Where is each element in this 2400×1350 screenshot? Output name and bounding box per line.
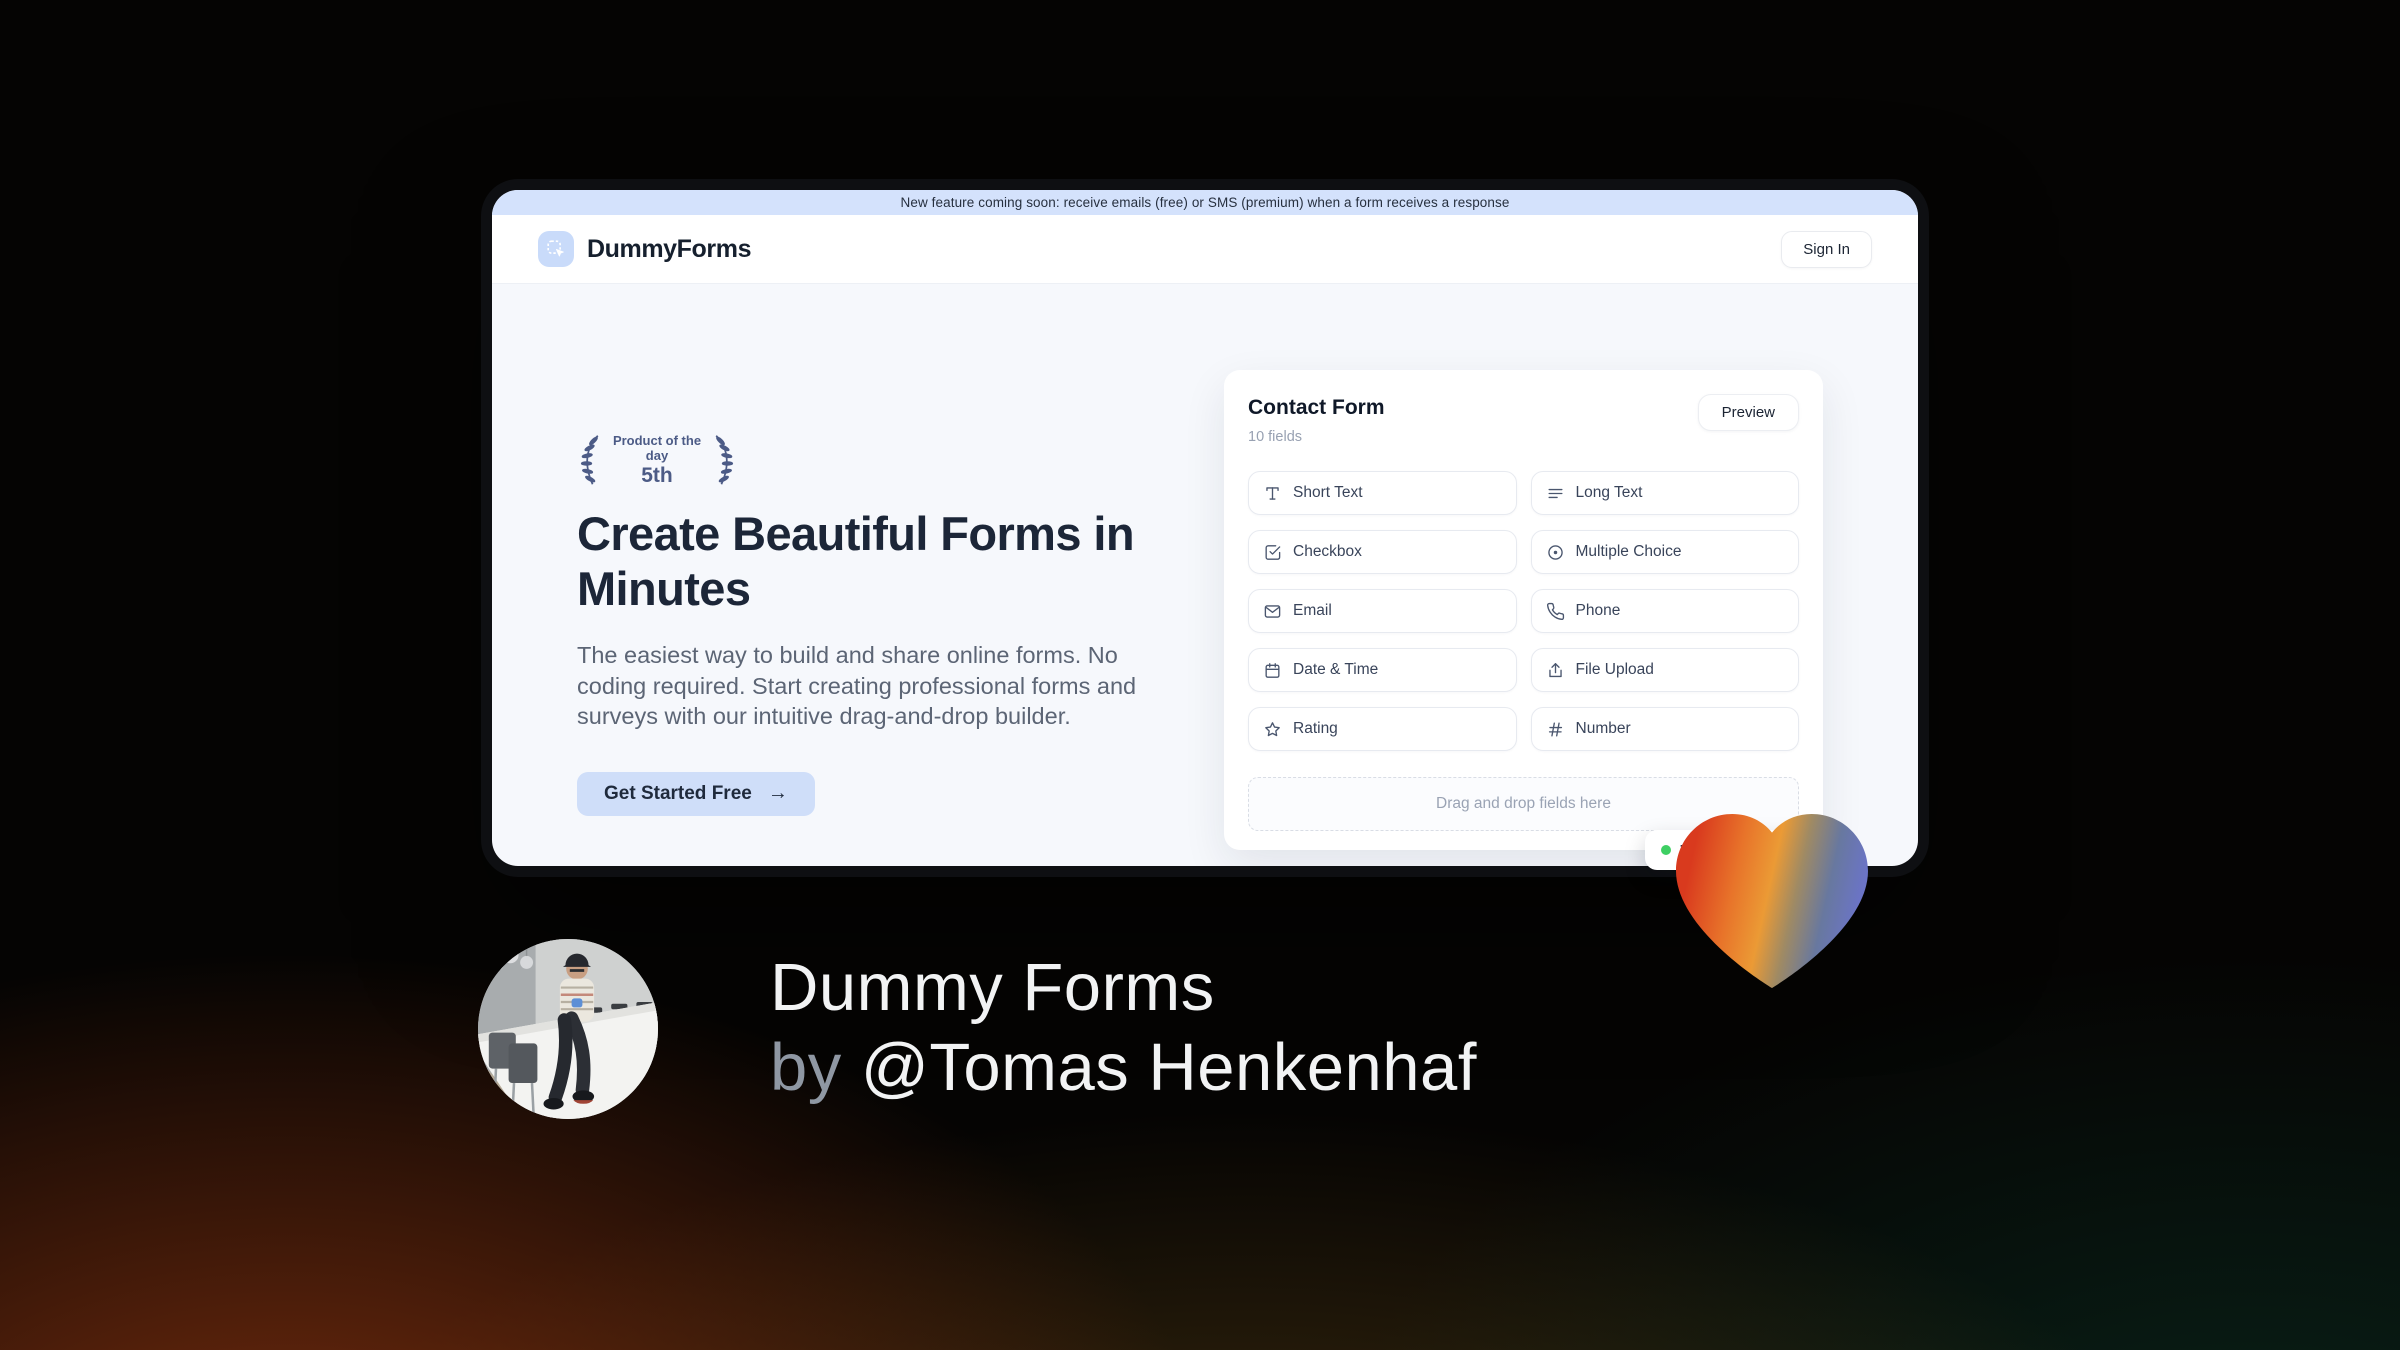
short-text-icon	[1263, 484, 1282, 503]
brand-name: DummyForms	[587, 234, 752, 263]
hash-icon	[1546, 720, 1565, 739]
arrow-right-icon: →	[767, 782, 788, 804]
laurel-left-icon	[580, 435, 599, 485]
field-multiple-choice[interactable]: Multiple Choice	[1530, 530, 1799, 574]
get-started-button[interactable]: Get Started Free →	[577, 771, 815, 816]
email-icon	[1263, 602, 1282, 621]
top-navigation: DummyForms Sign In	[492, 215, 1918, 284]
field-label: Phone	[1575, 602, 1621, 619]
announcement-text: New feature coming soon: receive emails …	[900, 195, 1510, 210]
gradient-heart-icon	[1676, 814, 1868, 988]
hero-heading: Create Beautiful Forms in Minutes	[577, 507, 1135, 615]
field-label: File Upload	[1575, 661, 1654, 678]
field-label: Multiple Choice	[1575, 543, 1682, 560]
field-label: Short Text	[1293, 484, 1363, 501]
field-email[interactable]: Email	[1248, 589, 1517, 633]
field-number[interactable]: Number	[1530, 707, 1799, 751]
star-icon	[1263, 720, 1282, 739]
field-short-text[interactable]: Short Text	[1248, 471, 1517, 515]
attribution-byline: by @Tomas Henkenhaf	[770, 1028, 1477, 1108]
award-text: Product of the day 5th	[609, 433, 705, 488]
dummyforms-logo-icon	[538, 231, 574, 267]
browser-window: New feature coming soon: receive emails …	[492, 190, 1918, 866]
announcement-banner: New feature coming soon: receive emails …	[492, 190, 1918, 215]
field-type-grid: Short Text Long Text Checkbox Multiple C…	[1248, 471, 1799, 751]
phone-icon	[1546, 602, 1565, 621]
hero-section: Product of the day 5th Create Beautiful …	[577, 432, 1177, 816]
field-label: Rating	[1293, 720, 1338, 737]
preview-button[interactable]: Preview	[1697, 394, 1799, 431]
product-of-the-day-badge: Product of the day 5th	[577, 432, 737, 488]
laurel-right-icon	[715, 435, 734, 485]
field-date-time[interactable]: Date & Time	[1248, 648, 1517, 692]
multiple-choice-icon	[1546, 543, 1565, 562]
upload-icon	[1546, 661, 1565, 680]
field-file-upload[interactable]: File Upload	[1530, 648, 1799, 692]
hero-description: The easiest way to build and share onlin…	[577, 642, 1137, 729]
dropzone-text: Drag and drop fields here	[1436, 795, 1611, 812]
field-checkbox[interactable]: Checkbox	[1248, 530, 1517, 574]
checkbox-icon	[1263, 543, 1282, 562]
author-handle: @Tomas Henkenhaf	[860, 1030, 1477, 1105]
brand-link[interactable]: DummyForms	[538, 231, 751, 267]
field-phone[interactable]: Phone	[1530, 589, 1799, 633]
field-label: Long Text	[1575, 484, 1643, 501]
attribution-text: Dummy Forms by @Tomas Henkenhaf	[770, 948, 1477, 1108]
calendar-icon	[1263, 661, 1282, 680]
byline-prefix: by	[770, 1030, 861, 1105]
field-count: 10 fields	[1248, 429, 1303, 445]
award-line1: Product of the day	[612, 432, 702, 463]
field-label: Date & Time	[1293, 661, 1379, 678]
form-builder-card: Contact Form 10 fields Preview Short Tex…	[1224, 370, 1823, 850]
field-rating[interactable]: Rating	[1248, 707, 1517, 751]
award-rank: 5th	[641, 463, 673, 487]
long-text-icon	[1546, 484, 1565, 503]
get-started-label: Get Started Free	[604, 782, 752, 804]
field-label: Checkbox	[1293, 543, 1362, 560]
field-long-text[interactable]: Long Text	[1530, 471, 1799, 515]
green-status-dot-icon	[1661, 845, 1671, 855]
author-avatar	[478, 939, 658, 1119]
field-label: Email	[1293, 602, 1332, 619]
sign-in-button[interactable]: Sign In	[1781, 230, 1872, 268]
attribution-title: Dummy Forms	[770, 950, 1215, 1025]
field-label: Number	[1575, 720, 1631, 737]
